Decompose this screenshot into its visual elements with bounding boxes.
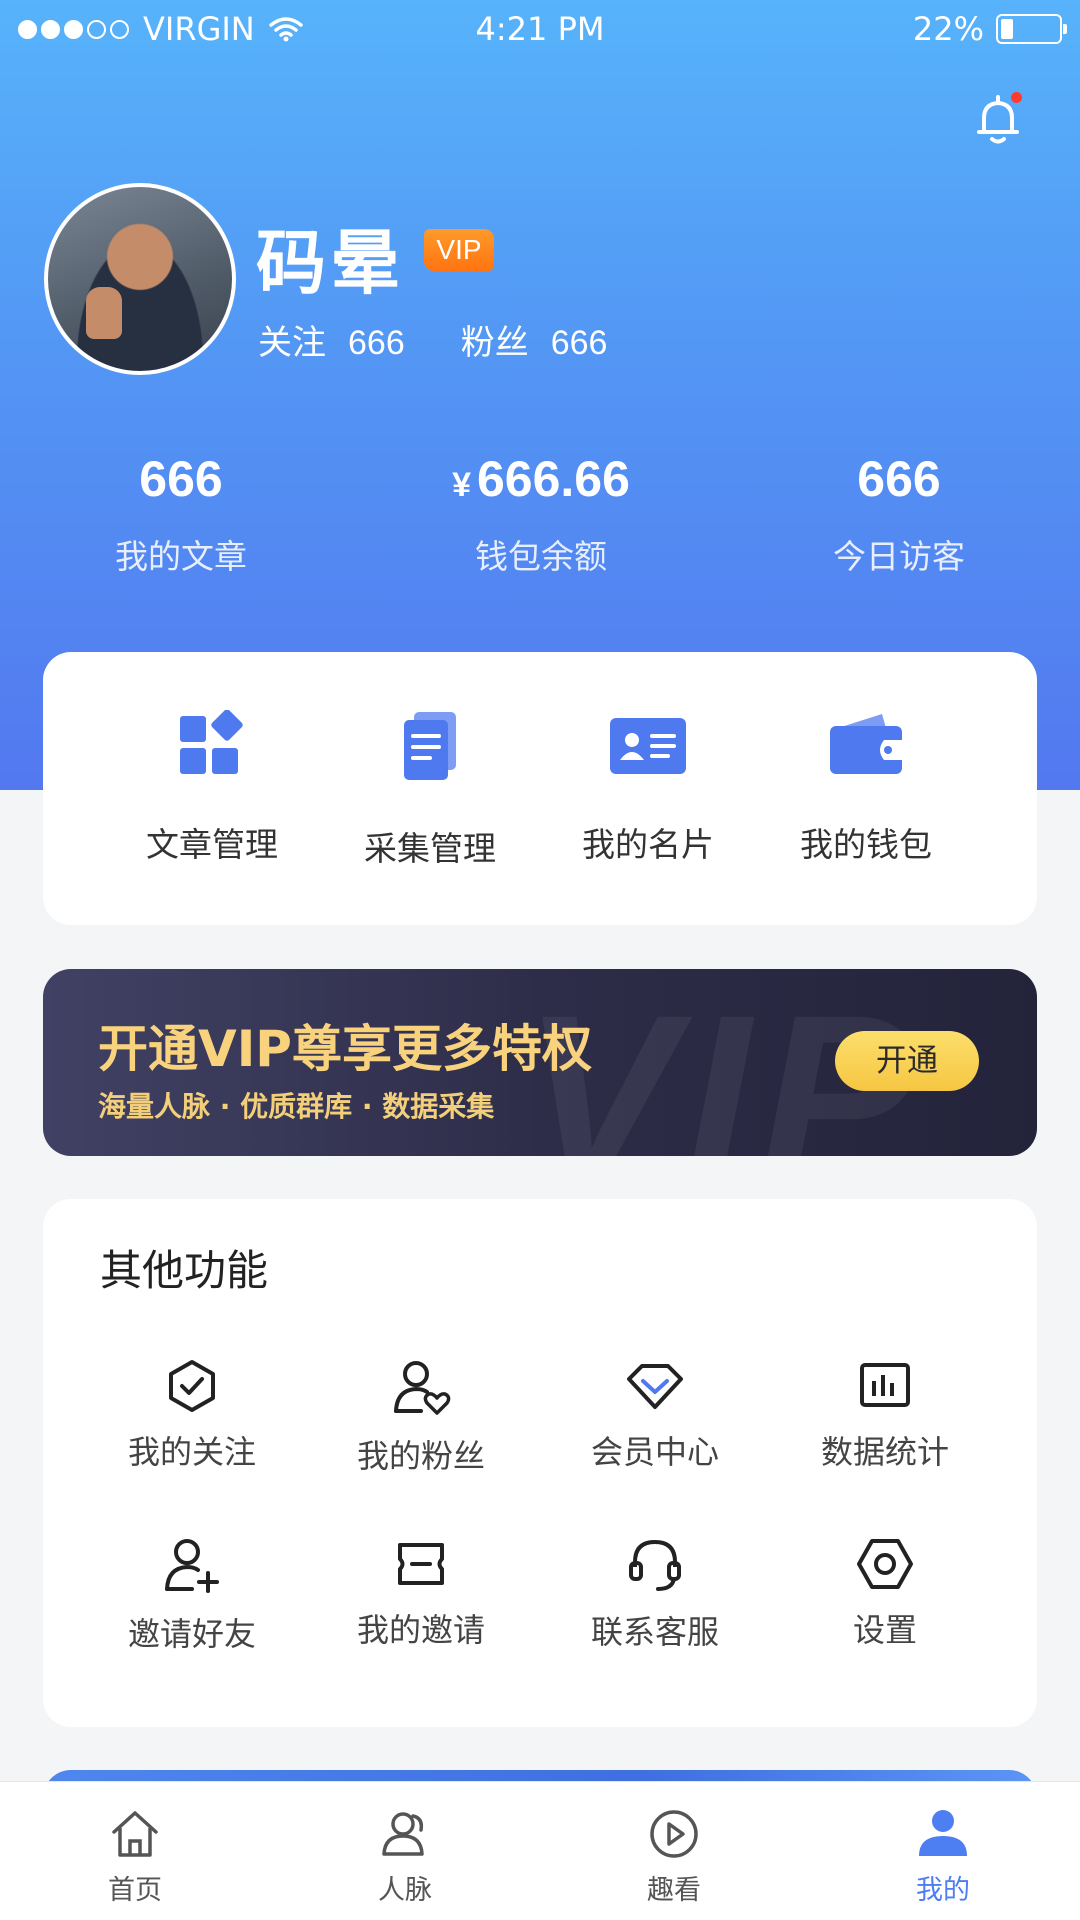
function-data-statistics[interactable]: 数据统计 [785,1359,985,1473]
bar-chart-icon [860,1363,910,1407]
open-vip-button[interactable]: 开通 [835,1031,979,1091]
quick-action-label: 采集管理 [364,829,496,868]
notification-bell-icon[interactable] [970,90,1026,150]
tab-label: 首页 [108,1875,162,1906]
username: 码晕 [256,222,404,304]
headset-icon [629,1539,681,1591]
avatar[interactable] [44,183,236,375]
function-member-center[interactable]: 会员中心 [555,1359,755,1473]
vip-badge: VIP [424,229,494,271]
ticket-icon [398,1543,444,1585]
quick-action-label: 文章管理 [146,825,278,864]
documents-icon [404,712,456,780]
contacts-icon [382,1812,424,1856]
home-icon [112,1811,158,1857]
battery-level [1001,19,1013,39]
function-my-following[interactable]: 我的关注 [92,1359,292,1473]
function-settings[interactable]: 设置 [785,1537,985,1651]
function-label: 设置 [852,1611,917,1649]
grid-diamond-icon [180,710,243,774]
quick-my-wallet[interactable]: 我的钱包 [766,710,966,866]
hexagon-settings-icon [857,1539,913,1589]
tab-home[interactable]: 首页 [55,1808,215,1907]
battery-percent: 22% [912,10,984,48]
stat-articles[interactable]: 666 我的文章 [31,450,331,578]
status-bar: VIRGIN 4:21 PM 22% [0,0,1080,60]
fans-count: 666 [550,324,608,362]
following-count: 666 [348,324,405,362]
following-stat[interactable]: 关注 666 [258,315,405,364]
stat-value: 666 [857,451,941,507]
currency-symbol: ¥ [452,466,471,504]
id-card-icon [610,718,686,774]
tab-label: 我的 [916,1875,970,1906]
fans-stat[interactable]: 粉丝 666 [461,315,608,364]
battery-icon [996,14,1067,44]
stat-label: 钱包余额 [475,537,607,576]
function-invite-friends[interactable]: 邀请好友 [92,1537,292,1655]
stat-label: 今日访客 [833,537,965,576]
function-label: 数据统计 [820,1433,949,1471]
function-label: 我的粉丝 [356,1437,485,1475]
vip-banner-title: 开通VIP尊享更多特权 [98,1020,592,1078]
section-title: 其他功能 [100,1246,269,1295]
play-icon [650,1810,698,1858]
function-label: 会员中心 [590,1433,719,1471]
bottom-tab-bar: 首页 人脉 趣看 我的 [0,1781,1080,1920]
function-my-invitations[interactable]: 我的邀请 [321,1537,521,1651]
wallet-icon [830,714,902,774]
diamond-icon [627,1364,683,1409]
quick-article-management[interactable]: 文章管理 [112,710,312,866]
other-functions-card: 其他功能 我的关注 我的粉丝 会员中心 数据统计 邀请好友 我的邀请 联系客服 … [43,1199,1037,1727]
quick-actions-card: 文章管理 采集管理 我的名片 我的钱包 [43,652,1037,925]
tab-contacts[interactable]: 人脉 [325,1808,485,1907]
stat-visitors[interactable]: 666 今日访客 [749,450,1049,578]
stat-wallet-balance[interactable]: ¥666.66 钱包余额 [391,450,691,578]
notification-badge [1011,92,1022,103]
function-label: 邀请好友 [127,1615,256,1653]
function-contact-support[interactable]: 联系客服 [555,1537,755,1653]
function-my-fans[interactable]: 我的粉丝 [321,1359,521,1477]
stat-value: 666 [139,451,223,507]
tab-profile[interactable]: 我的 [863,1808,1023,1907]
profile-icon [919,1810,967,1856]
tab-label: 趣看 [647,1875,701,1906]
quick-action-label: 我的钱包 [800,825,932,864]
function-label: 我的邀请 [356,1611,485,1649]
shield-check-icon [169,1360,215,1412]
quick-collect-management[interactable]: 采集管理 [330,710,530,870]
vip-promo-banner[interactable]: VIP 开通VIP尊享更多特权 海量人脉 · 优质群库 · 数据采集 开通 [43,969,1037,1156]
function-label: 联系客服 [590,1613,719,1651]
tab-label: 人脉 [378,1875,432,1906]
user-heart-icon [394,1361,451,1415]
user-add-icon [165,1539,219,1593]
function-label: 我的关注 [127,1433,256,1471]
stat-label: 我的文章 [115,537,247,576]
fans-label: 粉丝 [460,323,529,363]
vip-banner-subtitle: 海量人脉 · 优质群库 · 数据采集 [98,1090,495,1123]
quick-business-card[interactable]: 我的名片 [548,710,748,866]
tab-watch[interactable]: 趣看 [594,1808,754,1907]
following-label: 关注 [258,323,326,363]
stat-value: 666.66 [476,451,630,507]
quick-action-label: 我的名片 [582,825,714,864]
follow-stats: 关注 666 粉丝 666 [258,315,607,364]
